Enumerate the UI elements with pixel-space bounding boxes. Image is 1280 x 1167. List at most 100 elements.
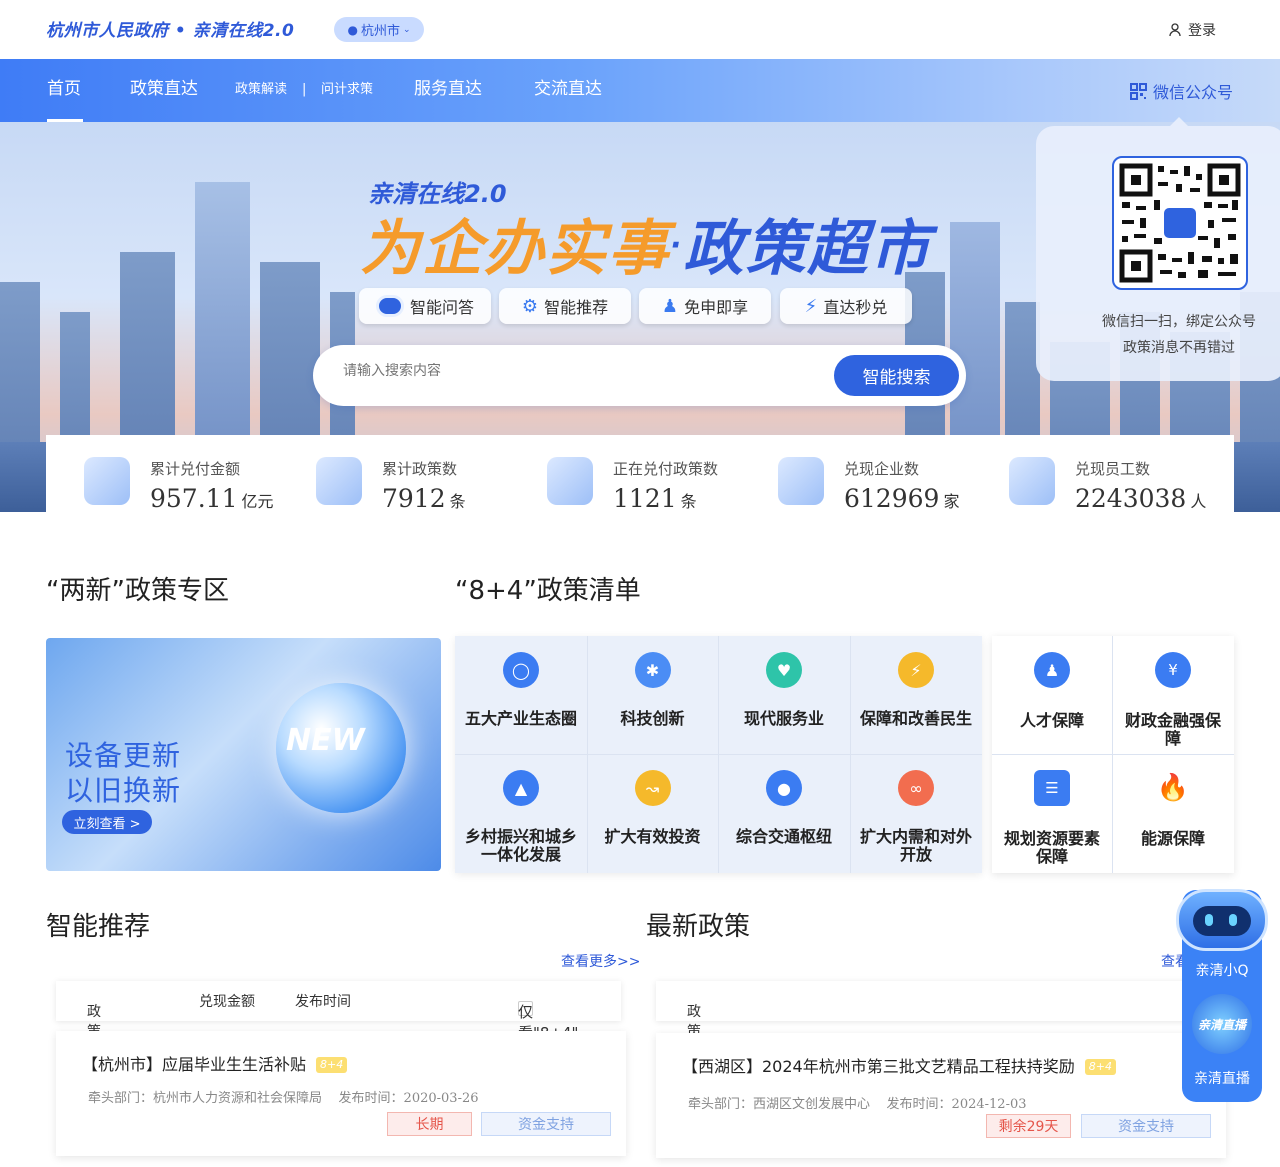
banner-view-button[interactable]: 立刻查看 > (62, 810, 152, 834)
share-icon: ∞ (898, 770, 934, 806)
hero-title-part2: 政策超市 (683, 214, 932, 284)
wechat-label: 微信公众号 (1153, 83, 1234, 102)
policy-item-industry-ecosystem[interactable]: ◯ 五大产业生态圈 (455, 636, 587, 754)
stat-value: 2243038 人 (1075, 484, 1207, 513)
hero-title: 为企办实事·政策超市 (360, 200, 931, 287)
id-card-icon (1009, 457, 1055, 505)
quick-apply-free[interactable]: ♟ 免申即享 (639, 288, 771, 324)
stat-label: 正在兑付政策数 (613, 460, 719, 478)
shield-icon: ⚡ (898, 652, 934, 688)
policy-grid-84: ◯ 五大产业生态圈 ✱ 科技创新 ♥ 现代服务业 ⚡ 保障和改善民生 ▲ 乡村振… (455, 636, 982, 873)
policy-item-label: 扩大有效投资 (604, 827, 701, 846)
policy-item-label: 扩大内需和对外开放 (860, 827, 973, 864)
latest-policy-card[interactable]: 【西湖区】2024年杭州市第三批文艺精品工程扶持奖励 8+4 牵头部门：西湖区文创… (656, 1033, 1226, 1158)
nav-service-direct[interactable]: 服务直达 (414, 59, 482, 122)
stat-label: 累计兑付金额 (150, 460, 241, 478)
type-badge: 资金支持 (1081, 1114, 1211, 1138)
policy-item-modern-service[interactable]: ♥ 现代服务业 (718, 636, 850, 754)
policy-item-label: 保障和改善民生 (860, 709, 973, 728)
quick-smart-recommend[interactable]: ⚙ 智能推荐 (499, 288, 631, 324)
policy-item-label: 科技创新 (620, 709, 685, 728)
filter-publish-date[interactable]: 发布时间 (295, 991, 351, 1011)
hero-title-dot: · (670, 228, 684, 263)
policy-item-planning-resources[interactable]: ☰ 规划资源要素保障 (992, 754, 1112, 873)
login-link[interactable]: 登录 (1168, 20, 1216, 40)
quick-instant-cash-label: 直达秒兑 (823, 298, 888, 317)
stat-value: 1121 条 (613, 484, 697, 513)
stats-bar: 累计兑付金额 957.11 亿元 累计政策数 7912 条 正在兑付政策数 1121… (46, 435, 1234, 513)
lightbulb-icon: ✱ (634, 652, 671, 688)
filter-amount[interactable]: 兑现金额 (199, 991, 255, 1011)
hero-title-part1: 为企办实事 (360, 214, 670, 284)
map-pin-icon: ● (766, 770, 802, 806)
search-input[interactable] (343, 363, 823, 379)
quick-instant-cash[interactable]: ⚡ 直达秒兑 (780, 288, 912, 324)
policy-meta: 牵头部门：西湖区文创发展中心 发布时间：2024-12-03 (688, 1097, 1027, 1112)
nav-home[interactable]: 首页 (47, 59, 83, 122)
gear-icon: ⚙ (521, 295, 539, 317)
recommend-more-link[interactable]: 查看更多>> (561, 951, 640, 971)
user-icon (1169, 23, 1181, 37)
city-selector[interactable]: ● 杭州市 ⌄ (334, 17, 424, 42)
live-badge-icon: 亲清直播 (1192, 994, 1252, 1054)
search-bar: 智能搜索 (313, 345, 966, 406)
nav-policy-direct[interactable]: 政策直达 (130, 59, 198, 122)
policy-item-tech-innovation[interactable]: ✱ 科技创新 (587, 636, 718, 754)
stat-value: 7912 条 (382, 484, 466, 513)
clipboard-icon (547, 457, 593, 505)
chevron-down-icon: ⌄ (87, 1001, 97, 1014)
location-pin-icon: ● (347, 22, 358, 37)
policy-item-label: 能源保障 (1140, 829, 1205, 848)
section-two-new-title: “两新”政策专区 (46, 576, 229, 606)
policy-item-transport-hub[interactable]: ● 综合交通枢纽 (718, 754, 850, 873)
money-bag-icon: ¥ (1155, 652, 1191, 688)
policy-item-label: 财政金融强保障 (1124, 711, 1221, 748)
document-icon (316, 457, 362, 505)
status-badge: 长期 (387, 1112, 472, 1136)
flame-icon: 🔥 (1155, 770, 1191, 806)
policy-item-talent[interactable]: ♟ 人才保障 (992, 636, 1112, 754)
stat-value: 957.11 亿元 (150, 484, 274, 513)
robot-avatar-icon[interactable] (1176, 889, 1268, 951)
policy-item-label: 规划资源要素保障 (1003, 829, 1100, 866)
equipment-renewal-banner[interactable]: NEW 设备更新 以旧换新 立刻查看 > (46, 638, 441, 871)
main-nav: 首页 政策直达 政策解读 | 问计求策 服务直达 交流直达 微信公众号 (0, 59, 1280, 122)
chevron-down-icon: ⌄ (402, 24, 411, 35)
chart-icon: ↝ (634, 770, 671, 806)
policy-item-label: 综合交通枢纽 (735, 827, 832, 846)
policy-item-domestic-demand[interactable]: ∞ 扩大内需和对外开放 (850, 754, 982, 873)
assistant-name: 亲清小Q (1195, 963, 1249, 979)
policy-item-energy[interactable]: 🔥 能源保障 (1112, 754, 1234, 873)
policy-meta: 牵头部门：杭州市人力资源和社会保障局 发布时间：2020-03-26 (88, 1091, 479, 1106)
wechat-account-link[interactable]: 微信公众号 (1130, 79, 1233, 103)
quick-smart-qa-label: 智能问答 (409, 298, 474, 317)
qr-text-line2: 政策消息不再错过 (1123, 340, 1235, 356)
city-label: 杭州市 (360, 24, 400, 39)
stat-value: 612969 家 (844, 484, 960, 513)
qr-code-image (1112, 156, 1248, 290)
section-latest-title: 最新政策 (646, 912, 751, 942)
policy-item-livelihood[interactable]: ⚡ 保障和改善民生 (850, 636, 982, 754)
nav-separator: | (302, 82, 307, 97)
policy-grid-4: ♟ 人才保障 ¥ 财政金融强保障 ☰ 规划资源要素保障 🔥 能源保障 (992, 636, 1234, 873)
coin-icon (84, 457, 130, 505)
recommend-policy-card[interactable]: 【杭州市】应届毕业生生活补贴 8+4 牵头部门：杭州市人力资源和社会保障局 发布时… (56, 1031, 626, 1156)
nav-exchange-direct[interactable]: 交流直达 (534, 59, 602, 122)
policy-item-finance[interactable]: ¥ 财政金融强保障 (1112, 636, 1234, 754)
section-recommend-title: 智能推荐 (46, 912, 151, 942)
quick-smart-qa[interactable]: 智能问答 (359, 288, 491, 324)
wechat-qr-popup: 微信扫一扫，绑定公众号 政策消息不再错过 (1036, 117, 1280, 381)
section-policy-list-title: “8+4”政策清单 (455, 576, 641, 606)
policy-item-rural-revitalization[interactable]: ▲ 乡村振兴和城乡一体化发展 (455, 754, 587, 873)
nav-policy-interpretation[interactable]: 政策解读 (235, 59, 287, 122)
policy-item-effective-investment[interactable]: ↝ 扩大有效投资 (587, 754, 718, 873)
quick-smart-recommend-label: 智能推荐 (544, 298, 609, 317)
person-icon: ♟ (1034, 652, 1070, 688)
smart-search-button[interactable]: 智能搜索 (834, 355, 959, 396)
assistant-live[interactable]: 亲清直播 (1182, 1068, 1262, 1088)
chevron-down-icon: ⌄ (687, 1001, 697, 1014)
nav-consultation[interactable]: 问计求策 (321, 59, 373, 122)
tag-84: 8+4 (1084, 1059, 1116, 1075)
building-icon (778, 457, 824, 505)
site-logo[interactable]: 杭州市人民政府 • 亲清在线2.0 (46, 16, 294, 41)
